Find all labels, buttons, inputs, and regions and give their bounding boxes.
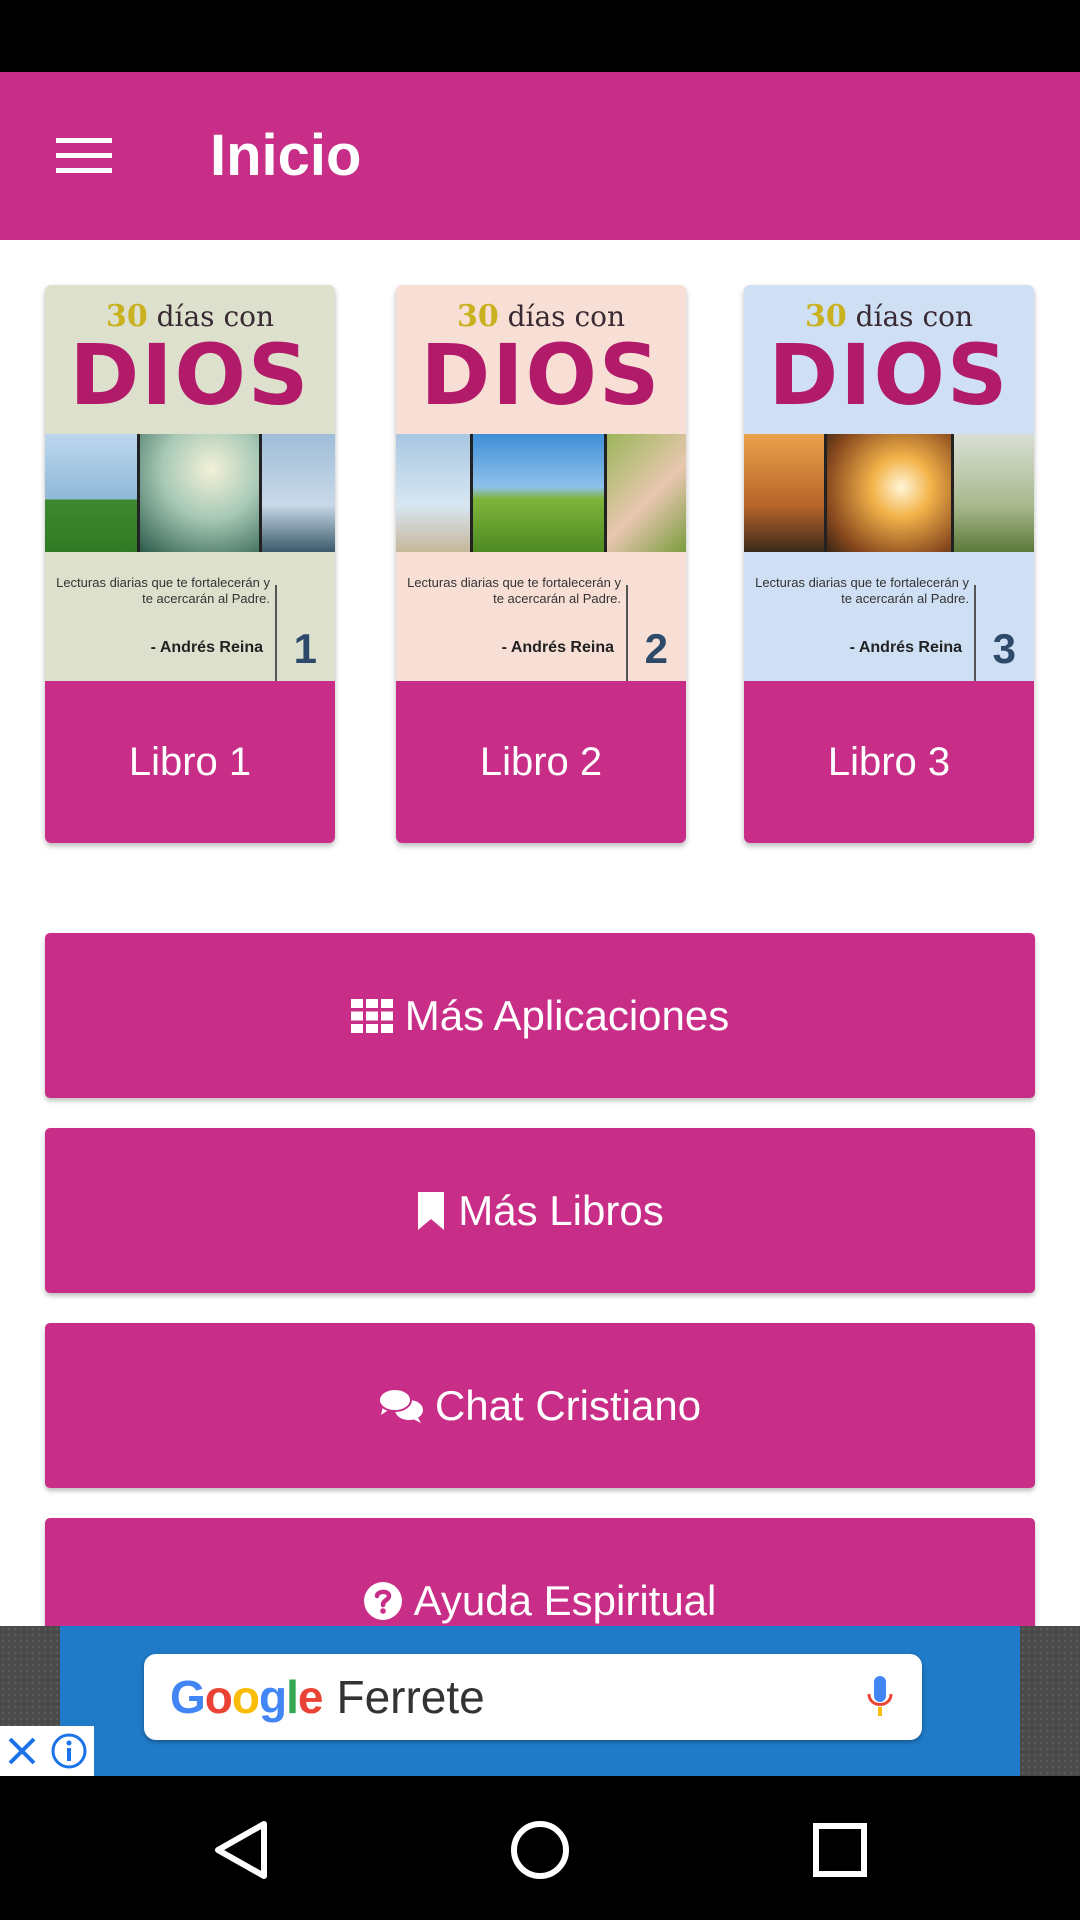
system-nav-bar (0, 1776, 1080, 1920)
spiritual-help-button[interactable]: Ayuda Espiritual (45, 1518, 1035, 1626)
cover-photo-strip (45, 434, 335, 552)
ad-content[interactable]: Google Ferrete (60, 1626, 1020, 1776)
menu-button[interactable] (40, 114, 128, 198)
cover-volume-number: 2 (644, 625, 668, 672)
ad-search-box[interactable]: Google Ferrete (144, 1654, 922, 1740)
close-icon[interactable] (6, 1735, 38, 1767)
book-button-2[interactable]: Libro 2 (396, 681, 686, 843)
info-icon[interactable] (50, 1732, 88, 1770)
book-button-1[interactable]: Libro 1 (45, 681, 335, 843)
main-content: 30 días con DIOS Lecturas diarias que te… (0, 240, 1080, 1626)
status-bar (0, 0, 1080, 72)
book-button-3[interactable]: Libro 3 (744, 681, 1034, 843)
cover-title: DIOS (768, 326, 1010, 424)
book-cover-3: 30 días con DIOS Lecturas diarias que te… (744, 285, 1034, 681)
cover-subtitle: Lecturas diarias que te fortalecerán y t… (755, 575, 969, 606)
ad-banner[interactable]: Google Ferrete (0, 1626, 1080, 1776)
back-icon (215, 1821, 267, 1879)
cover-title: DIOS (69, 326, 311, 424)
chat-bubbles-icon (378, 1387, 423, 1423)
question-circle-icon (363, 1581, 402, 1620)
christian-chat-button[interactable]: Chat Cristiano (45, 1323, 1035, 1488)
recents-icon (813, 1823, 867, 1877)
cover-photo-strip (396, 434, 686, 552)
spiritual-help-label: Ayuda Espiritual (413, 1576, 717, 1624)
ad-search-query: Ferrete (336, 1671, 485, 1723)
bookmark-icon (418, 1191, 445, 1230)
home-button[interactable] (500, 1810, 580, 1890)
cover-author: - Andrés Reina (150, 639, 263, 656)
cover-heading: 30 días con DIOS (396, 299, 686, 418)
cover-title: DIOS (420, 326, 662, 424)
book-card-3[interactable]: 30 días con DIOS Lecturas diarias que te… (744, 285, 1034, 843)
cover-photo-strip (744, 434, 1034, 552)
cover-heading: 30 días con DIOS (744, 299, 1034, 418)
microphone-icon (867, 1676, 893, 1716)
cover-volume-number: 1 (293, 625, 317, 672)
book-cover-2: 30 días con DIOS Lecturas diarias que te… (396, 285, 686, 681)
cover-heading: 30 días con DIOS (45, 299, 335, 418)
more-books-label: Más Libros (458, 1186, 664, 1234)
recents-button[interactable] (800, 1810, 880, 1890)
book-card-2[interactable]: 30 días con DIOS Lecturas diarias que te… (396, 285, 686, 843)
book-card-1[interactable]: 30 días con DIOS Lecturas diarias que te… (45, 285, 335, 843)
more-apps-label: Más Aplicaciones (404, 991, 730, 1039)
app-bar: Inicio (0, 72, 1080, 240)
cover-author: - Andrés Reina (501, 639, 614, 656)
cover-volume-number: 3 (992, 625, 1016, 672)
hamburger-menu-icon (56, 138, 112, 173)
more-books-button[interactable]: Más Libros (45, 1128, 1035, 1293)
ad-choices[interactable] (0, 1726, 94, 1776)
google-logo: Google (170, 1671, 323, 1723)
grid-icon (350, 998, 393, 1033)
more-apps-button[interactable]: Más Aplicaciones (45, 933, 1035, 1098)
cover-author: - Andrés Reina (849, 639, 962, 656)
book-cover-1: 30 días con DIOS Lecturas diarias que te… (45, 285, 335, 681)
cover-subtitle: Lecturas diarias que te fortalecerán y t… (56, 575, 270, 606)
home-icon (511, 1821, 569, 1879)
cover-subtitle: Lecturas diarias que te fortalecerán y t… (407, 575, 621, 606)
christian-chat-label: Chat Cristiano (434, 1381, 702, 1429)
page-title: Inicio (210, 123, 362, 188)
back-button[interactable] (200, 1810, 280, 1890)
